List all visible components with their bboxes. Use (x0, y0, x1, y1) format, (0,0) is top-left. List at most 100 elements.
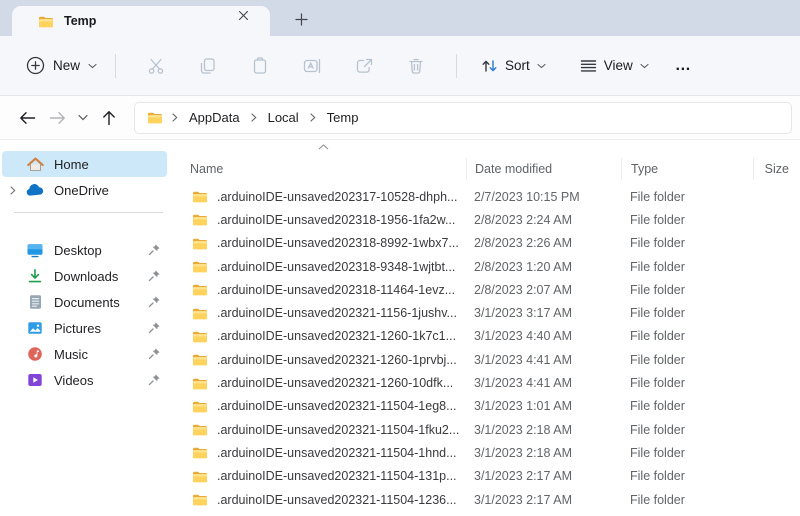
breadcrumb-appdata[interactable]: AppData (187, 108, 242, 127)
file-type: File folder (621, 236, 753, 250)
folder-icon (192, 283, 208, 296)
new-tab-button[interactable] (288, 8, 314, 32)
file-type: File folder (621, 190, 753, 204)
recent-locations-button[interactable] (72, 103, 94, 133)
file-row[interactable]: .arduinoIDE-unsaved202321-1260-10dfk... … (181, 371, 800, 394)
command-bar: New Sort (0, 36, 800, 96)
sidebar-item-label: Pictures (54, 321, 141, 336)
tab-temp[interactable]: Temp (12, 6, 270, 36)
file-date-modified: 2/7/2023 10:15 PM (466, 190, 621, 204)
column-header-date-modified[interactable]: Date modified (466, 158, 621, 180)
view-button-label: View (604, 58, 633, 73)
breadcrumb-local[interactable]: Local (266, 108, 301, 127)
column-header-size[interactable]: Size (753, 158, 800, 180)
pictures-icon (24, 320, 46, 336)
sidebar-item-pictures[interactable]: Pictures (2, 315, 167, 341)
folder-icon (192, 446, 208, 459)
folder-icon (192, 237, 208, 250)
sidebar-item-label: Downloads (54, 269, 141, 284)
sidebar-item-label: OneDrive (54, 183, 167, 198)
sidebar-item-desktop[interactable]: Desktop (2, 237, 167, 263)
file-type: File folder (621, 493, 753, 507)
file-explorer-window: Temp New (0, 0, 800, 516)
desktop-icon (24, 242, 46, 258)
cut-icon (146, 56, 166, 76)
cut-button[interactable] (130, 56, 182, 76)
copy-button[interactable] (182, 56, 234, 76)
column-header-name[interactable]: Name (181, 162, 466, 176)
file-date-modified: 2/8/2023 1:20 AM (466, 260, 621, 274)
tab-close-icon[interactable] (238, 10, 260, 32)
breadcrumb-chevron-icon[interactable] (251, 113, 257, 122)
breadcrumb-chevron-icon[interactable] (310, 113, 316, 122)
chevron-down-icon (88, 63, 97, 69)
file-row[interactable]: .arduinoIDE-unsaved202318-8992-1wbx7... … (181, 232, 800, 255)
sidebar-item-label: Desktop (54, 243, 141, 258)
view-button[interactable]: View (570, 52, 659, 79)
folder-icon (38, 15, 54, 28)
up-button[interactable] (94, 103, 124, 133)
file-type: File folder (621, 469, 753, 483)
rename-button[interactable] (286, 56, 338, 76)
file-row[interactable]: .arduinoIDE-unsaved202317-10528-dhph... … (181, 185, 800, 208)
file-row[interactable]: .arduinoIDE-unsaved202321-11504-1236... … (181, 488, 800, 511)
file-date-modified: 3/1/2023 2:17 AM (466, 493, 621, 507)
address-row: AppData Local Temp (0, 96, 800, 140)
new-button[interactable]: New (22, 50, 101, 81)
forward-button[interactable] (42, 103, 72, 133)
back-button[interactable] (12, 103, 42, 133)
file-row[interactable]: .arduinoIDE-unsaved202321-1260-1prvbj...… (181, 348, 800, 371)
sidebar-item-onedrive[interactable]: OneDrive (2, 177, 167, 203)
sidebar-item-documents[interactable]: Documents (2, 289, 167, 315)
file-date-modified: 2/8/2023 2:07 AM (466, 283, 621, 297)
file-row[interactable]: .arduinoIDE-unsaved202318-11464-1evz... … (181, 278, 800, 301)
file-row[interactable]: .arduinoIDE-unsaved202321-11504-1fku2...… (181, 418, 800, 441)
address-bar[interactable]: AppData Local Temp (134, 102, 792, 134)
pin-icon (141, 321, 167, 335)
file-row[interactable]: .arduinoIDE-unsaved202318-1956-1fa2w... … (181, 208, 800, 231)
pin-icon (141, 347, 167, 361)
file-row[interactable]: .arduinoIDE-unsaved202318-9348-1wjtbt...… (181, 255, 800, 278)
music-icon (24, 346, 46, 362)
sort-button[interactable]: Sort (471, 52, 556, 80)
file-date-modified: 2/8/2023 2:26 AM (466, 236, 621, 250)
folder-icon (192, 400, 208, 413)
file-type: File folder (621, 353, 753, 367)
breadcrumb-temp[interactable]: Temp (325, 108, 361, 127)
rename-icon (302, 56, 323, 76)
share-button[interactable] (338, 56, 390, 76)
file-name: .arduinoIDE-unsaved202318-1956-1fa2w... (217, 213, 455, 227)
file-row[interactable]: .arduinoIDE-unsaved202321-1260-1k7c1... … (181, 325, 800, 348)
column-header-type[interactable]: Type (621, 158, 753, 180)
sidebar-item-downloads[interactable]: Downloads (2, 263, 167, 289)
sidebar-divider (14, 212, 163, 213)
delete-button[interactable] (390, 56, 442, 76)
toolbar-divider (115, 54, 116, 78)
file-row[interactable]: .arduinoIDE-unsaved202321-1156-1jushv...… (181, 301, 800, 324)
file-name: .arduinoIDE-unsaved202321-11504-1eg8... (217, 399, 457, 413)
file-name: .arduinoIDE-unsaved202318-9348-1wjtbt... (217, 260, 455, 274)
file-name: .arduinoIDE-unsaved202317-10528-dhph... (217, 190, 457, 204)
file-name: .arduinoIDE-unsaved202321-1156-1jushv... (217, 306, 457, 320)
folder-icon (192, 493, 208, 506)
sidebar-item-music[interactable]: Music (2, 341, 167, 367)
paste-button[interactable] (234, 56, 286, 76)
breadcrumb-chevron-icon[interactable] (172, 113, 178, 122)
see-more-button[interactable]: … (659, 57, 708, 75)
file-name: .arduinoIDE-unsaved202321-11504-1236... (217, 493, 457, 507)
pin-icon (141, 295, 167, 309)
tab-bar: Temp (0, 0, 800, 36)
delete-icon (406, 56, 426, 76)
sidebar-item-videos[interactable]: Videos (2, 367, 167, 393)
file-name: .arduinoIDE-unsaved202321-1260-10dfk... (217, 376, 453, 390)
expand-chevron-icon[interactable] (2, 186, 24, 195)
share-icon (354, 56, 375, 76)
file-date-modified: 3/1/2023 1:01 AM (466, 399, 621, 413)
file-row[interactable]: .arduinoIDE-unsaved202321-11504-1eg8... … (181, 395, 800, 418)
downloads-icon (24, 268, 46, 284)
file-row[interactable]: .arduinoIDE-unsaved202321-11504-1hnd... … (181, 441, 800, 464)
sidebar-item-home[interactable]: Home (2, 151, 167, 177)
file-row[interactable]: .arduinoIDE-unsaved202321-11504-131p... … (181, 465, 800, 488)
folder-icon (192, 330, 208, 343)
sidebar-item-label: Music (54, 347, 141, 362)
